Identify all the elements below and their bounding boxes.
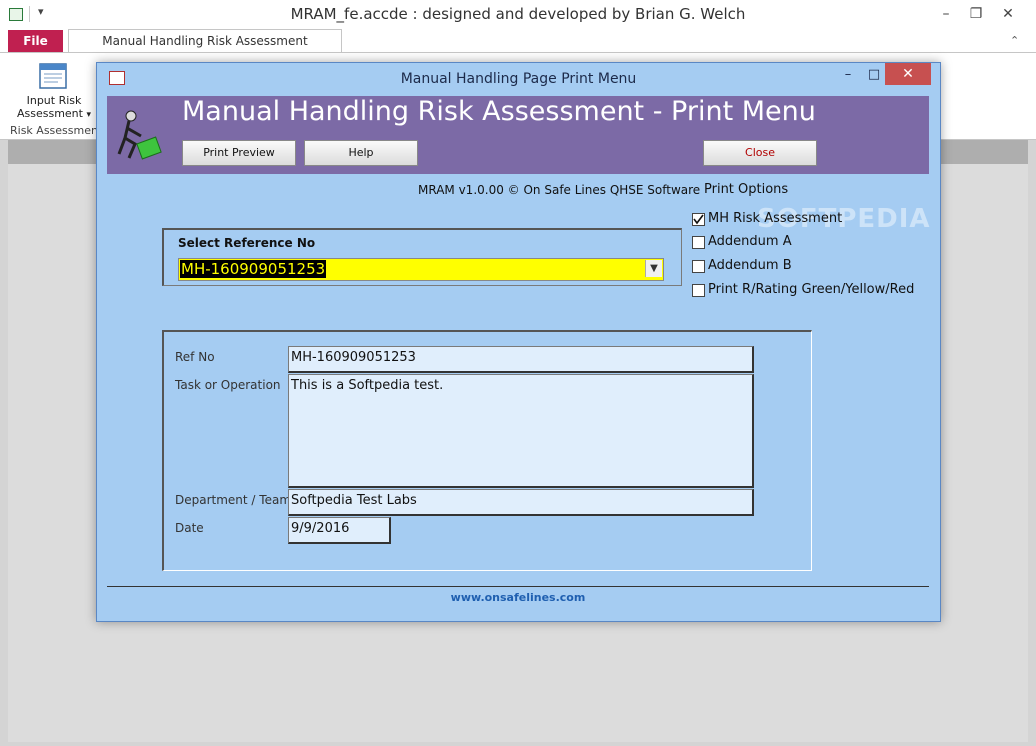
form-title: Manual Handling Risk Assessment - Print … (182, 96, 816, 127)
help-button[interactable]: Help (304, 140, 418, 166)
file-tab[interactable]: File (8, 30, 63, 52)
task-label: Task or Operation (175, 378, 281, 392)
department-field[interactable]: Softpedia Test Labs (288, 489, 754, 516)
date-label: Date (175, 521, 204, 535)
dialog-maximize-icon[interactable]: □ (860, 67, 888, 85)
ref-no-field[interactable]: MH-160909051253 (288, 346, 754, 373)
form-body: MRAM v1.0.00 © On Safe Lines QHSE Softwa… (107, 174, 930, 586)
addendum-b-checkbox[interactable] (692, 260, 705, 273)
dialog-title: Manual Handling Page Print Menu (400, 71, 637, 87)
addendum-b-label: Addendum B (708, 258, 792, 273)
print-rating-label: Print R/Rating Green/Yellow/Red (708, 282, 915, 297)
department-label: Department / Team (175, 493, 292, 507)
footer-link[interactable]: www.onsafelines.com (107, 587, 929, 609)
window-title: MRAM_fe.accde : designed and developed b… (290, 5, 746, 23)
select-reference-panel: Select Reference No MH-160909051253 ▼ (162, 228, 682, 286)
date-field[interactable]: 9/9/2016 (288, 517, 391, 544)
input-risk-assessment-label-line2: Assessment (16, 107, 83, 120)
select-reference-label: Select Reference No (178, 236, 316, 250)
close-button[interactable]: Close (703, 140, 817, 166)
version-label: MRAM v1.0.00 © On Safe Lines QHSE Softwa… (418, 183, 701, 197)
restore-icon[interactable]: ❐ (962, 4, 990, 24)
mh-risk-assessment-checkbox[interactable] (692, 213, 705, 226)
reference-value: MH-160909051253 (180, 260, 327, 278)
addendum-a-checkbox[interactable] (692, 236, 705, 249)
addendum-a-label: Addendum A (708, 234, 792, 249)
ref-no-label: Ref No (175, 350, 215, 364)
input-risk-assessment-button[interactable]: Input Risk Assessment ▾ (14, 94, 94, 122)
task-field[interactable]: This is a Softpedia test. (288, 374, 754, 488)
print-options-heading: Print Options (704, 182, 789, 197)
mh-risk-assessment-label: MH Risk Assessment (708, 211, 843, 226)
lifting-figure-icon (115, 108, 165, 166)
print-rating-checkbox[interactable] (692, 284, 705, 297)
close-icon[interactable]: ✕ (994, 4, 1022, 24)
dialog-titlebar: Manual Handling Page Print Menu – □ ✕ (97, 63, 940, 95)
input-risk-assessment-icon[interactable] (38, 60, 70, 92)
print-preview-button[interactable]: Print Preview (182, 140, 296, 166)
tab-risk-assessment-management[interactable]: Manual Handling Risk Assessment Manageme… (68, 29, 342, 71)
details-panel: Ref No MH-160909051253 Task or Operation… (162, 330, 812, 571)
reference-combobox[interactable]: MH-160909051253 ▼ (178, 258, 664, 281)
input-risk-assessment-label-line1: Input Risk (26, 94, 82, 107)
dropdown-arrow-icon: ▾ (86, 110, 91, 120)
ribbon-group-label: Risk Assessments (10, 124, 109, 137)
form-header: Manual Handling Risk Assessment - Print … (107, 96, 929, 174)
print-menu-dialog: Manual Handling Page Print Menu – □ ✕ Ma… (96, 62, 941, 622)
dialog-minimize-icon[interactable]: – (834, 67, 862, 85)
chevron-down-icon[interactable]: ▼ (645, 260, 662, 277)
minimize-icon[interactable]: – (932, 4, 960, 24)
app-titlebar: ▾ MRAM_fe.accde : designed and developed… (0, 0, 1036, 29)
dialog-close-icon[interactable]: ✕ (885, 63, 931, 85)
ribbon-collapse-icon[interactable]: ⌃ (1010, 34, 1019, 47)
